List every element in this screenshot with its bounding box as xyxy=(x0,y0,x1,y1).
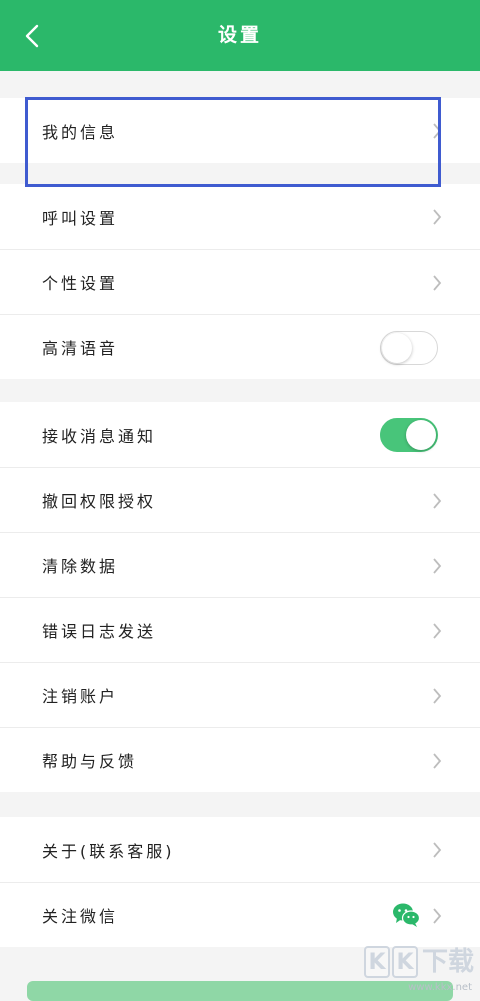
chevron-right-icon xyxy=(433,558,442,574)
settings-group-profile: 我的信息 xyxy=(0,98,480,163)
settings-item-follow-wechat[interactable]: 关注微信 xyxy=(0,882,480,947)
chevron-right-icon xyxy=(433,688,442,704)
settings-item-send-error-log[interactable]: 错误日志发送 xyxy=(0,597,480,662)
bottom-action-bar[interactable] xyxy=(27,981,453,1001)
chevron-right-icon xyxy=(433,908,442,924)
settings-item-about-contact[interactable]: 关于(联系客服) xyxy=(0,817,480,882)
hd-voice-toggle[interactable] xyxy=(380,331,438,365)
chevron-left-icon xyxy=(25,24,39,48)
settings-group-about: 关于(联系客服) 关注微信 xyxy=(0,817,480,947)
settings-item-label: 接收消息通知 xyxy=(42,426,157,446)
chevron-right-icon xyxy=(433,209,442,225)
settings-item-hd-voice: 高清语音 xyxy=(0,314,480,379)
settings-item-label: 个性设置 xyxy=(42,274,119,293)
chevron-right-icon xyxy=(433,123,442,139)
settings-item-label: 关注微信 xyxy=(42,907,119,926)
settings-item-label: 关于(联系客服) xyxy=(42,841,175,861)
settings-group-notifications: 接收消息通知 撤回权限授权 清除数据 错误日志发送 注销账户 帮助与反馈 xyxy=(0,402,480,792)
chevron-right-icon xyxy=(433,493,442,509)
chevron-right-icon xyxy=(433,623,442,639)
settings-item-label: 撤回权限授权 xyxy=(42,492,157,511)
receive-notifications-toggle[interactable] xyxy=(380,418,438,452)
settings-item-receive-notifications: 接收消息通知 xyxy=(0,402,480,467)
toggle-knob xyxy=(406,420,436,450)
back-button[interactable] xyxy=(14,18,50,54)
settings-item-label: 我的信息 xyxy=(42,122,119,142)
settings-item-clear-data[interactable]: 清除数据 xyxy=(0,532,480,597)
settings-item-personal-settings[interactable]: 个性设置 xyxy=(0,249,480,314)
settings-item-help-feedback[interactable]: 帮助与反馈 xyxy=(0,727,480,792)
settings-item-call-settings[interactable]: 呼叫设置 xyxy=(0,184,480,249)
settings-item-label: 帮助与反馈 xyxy=(42,752,138,771)
settings-item-delete-account[interactable]: 注销账户 xyxy=(0,662,480,727)
app-header: 设置 xyxy=(0,0,480,71)
chevron-right-icon xyxy=(433,753,442,769)
chevron-right-icon xyxy=(433,275,442,291)
settings-item-label: 呼叫设置 xyxy=(42,208,119,228)
watermark-letter: K xyxy=(363,946,390,978)
toggle-knob xyxy=(382,333,412,363)
page-title: 设置 xyxy=(217,24,262,46)
settings-item-label: 错误日志发送 xyxy=(42,622,157,641)
chevron-right-icon xyxy=(433,842,442,858)
settings-item-my-info[interactable]: 我的信息 xyxy=(0,98,480,163)
settings-group-call: 呼叫设置 个性设置 高清语音 xyxy=(0,184,480,379)
wechat-icon xyxy=(393,903,420,927)
settings-item-label: 注销账户 xyxy=(42,687,119,706)
settings-item-label: 清除数据 xyxy=(42,557,119,576)
settings-item-revoke-permissions[interactable]: 撤回权限授权 xyxy=(0,467,480,532)
settings-item-label: 高清语音 xyxy=(42,339,119,358)
watermark-letter: K xyxy=(391,946,418,978)
